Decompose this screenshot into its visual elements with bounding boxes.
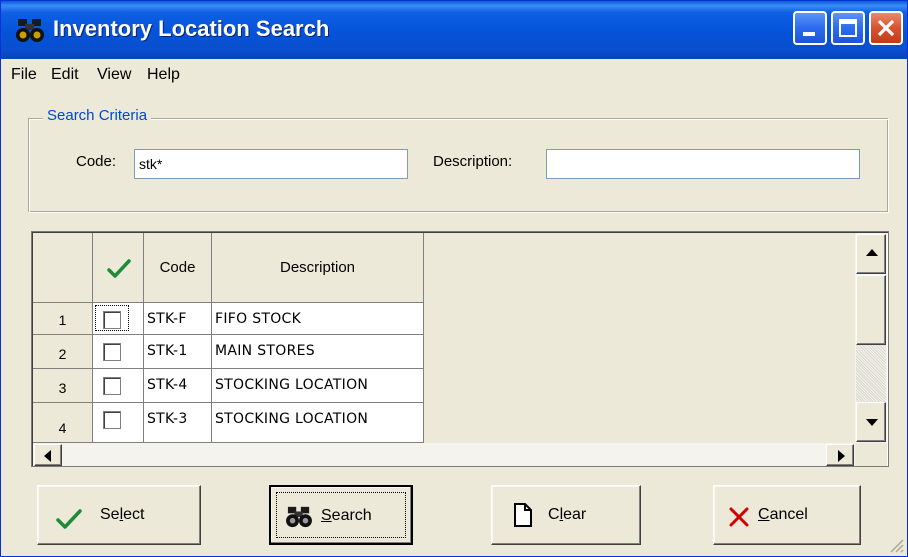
code-column-label: Code bbox=[159, 259, 196, 276]
table-cell-description[interactable]: STOCKING LOCATION bbox=[212, 403, 424, 443]
menu-bar: File Edit View Help bbox=[1, 61, 907, 89]
vertical-scroll-thumb[interactable] bbox=[856, 275, 886, 345]
minimize-button[interactable] bbox=[793, 11, 827, 45]
cell-text: STK-1 bbox=[147, 343, 188, 359]
row-checkbox[interactable] bbox=[103, 311, 121, 329]
inventory-location-search-window: Inventory Location Search File Edit View… bbox=[0, 0, 908, 557]
row-number: 3 bbox=[58, 380, 67, 396]
description-column-label: Description bbox=[279, 259, 356, 276]
maximize-icon bbox=[839, 19, 857, 37]
code-column-header[interactable]: Code bbox=[144, 233, 212, 303]
scroll-down-button[interactable] bbox=[856, 402, 886, 442]
row-checkbox-cell[interactable] bbox=[93, 403, 144, 443]
table-cell-description[interactable]: FIFO STOCK bbox=[212, 303, 424, 335]
description-input[interactable] bbox=[546, 149, 860, 179]
row-number: 4 bbox=[58, 420, 67, 436]
scroll-up-button[interactable] bbox=[856, 234, 886, 274]
table-cell-code[interactable]: STK-3 bbox=[144, 403, 212, 443]
check-column-header[interactable] bbox=[93, 233, 144, 303]
cell-text: STK-4 bbox=[147, 377, 188, 393]
table-cell-code[interactable]: STK-F bbox=[144, 303, 212, 335]
corner-header bbox=[33, 233, 93, 303]
resize-grip-icon[interactable] bbox=[887, 536, 905, 554]
table-cell-description[interactable]: MAIN STORES bbox=[212, 335, 424, 369]
cell-text: STK-3 bbox=[147, 411, 188, 427]
cell-text: STK-F bbox=[147, 311, 187, 327]
vertical-scrollbar[interactable] bbox=[855, 233, 887, 443]
maximize-button[interactable] bbox=[831, 11, 865, 45]
close-icon bbox=[877, 19, 895, 37]
arrow-right-icon bbox=[838, 450, 845, 462]
row-header[interactable]: 1 bbox=[33, 303, 93, 335]
cell-text: STOCKING LOCATION bbox=[215, 411, 369, 427]
menu-file[interactable]: File bbox=[11, 66, 37, 84]
table-cell-code[interactable]: STK-1 bbox=[144, 335, 212, 369]
results-grid[interactable]: Code Description 1 STK-F FIFO STOCK 2 ST… bbox=[31, 231, 889, 467]
arrow-up-icon bbox=[866, 249, 878, 256]
clear-button[interactable]: Clear bbox=[491, 485, 641, 545]
select-button-label: Select bbox=[100, 506, 145, 523]
description-column-header[interactable]: Description bbox=[212, 233, 424, 303]
minimize-icon bbox=[803, 32, 815, 36]
row-header[interactable]: 2 bbox=[33, 335, 93, 369]
cell-text: FIFO STOCK bbox=[215, 311, 302, 327]
arrow-down-icon bbox=[866, 419, 878, 426]
row-header[interactable]: 4 bbox=[33, 403, 93, 443]
title-bar[interactable]: Inventory Location Search bbox=[1, 1, 907, 59]
scroll-right-button[interactable] bbox=[826, 444, 854, 466]
select-button[interactable]: Select bbox=[37, 485, 201, 545]
arrow-left-icon bbox=[44, 450, 51, 462]
search-criteria-legend: Search Criteria bbox=[43, 107, 152, 124]
search-button[interactable]: Search bbox=[269, 485, 413, 545]
cell-text: MAIN STORES bbox=[215, 343, 315, 359]
description-label: Description: bbox=[433, 153, 513, 170]
scroll-track[interactable] bbox=[856, 345, 886, 402]
clear-button-label: Clear bbox=[548, 506, 587, 523]
code-input[interactable] bbox=[134, 149, 408, 179]
horizontal-scrollbar[interactable] bbox=[33, 443, 855, 466]
scrollbar-corner bbox=[855, 443, 887, 466]
cancel-button-label: Cancel bbox=[758, 506, 808, 523]
menu-help[interactable]: Help bbox=[147, 66, 180, 84]
row-checkbox[interactable] bbox=[103, 377, 121, 395]
code-label: Code: bbox=[76, 153, 117, 170]
row-checkbox[interactable] bbox=[103, 343, 121, 361]
row-checkbox-cell[interactable] bbox=[93, 335, 144, 369]
cross-icon bbox=[729, 507, 749, 527]
checkmark-icon bbox=[56, 509, 82, 529]
binoculars-icon bbox=[286, 506, 312, 528]
scroll-left-button[interactable] bbox=[34, 444, 62, 466]
menu-view[interactable]: View bbox=[97, 66, 131, 84]
menu-edit[interactable]: Edit bbox=[51, 66, 79, 84]
row-number: 1 bbox=[58, 312, 67, 328]
row-checkbox-cell[interactable] bbox=[93, 369, 144, 403]
binoculars-icon bbox=[16, 19, 44, 42]
close-button[interactable] bbox=[869, 11, 903, 45]
row-number: 2 bbox=[58, 346, 67, 362]
table-cell-code[interactable]: STK-4 bbox=[144, 369, 212, 403]
checkmark-icon bbox=[107, 259, 131, 278]
window-title: Inventory Location Search bbox=[53, 16, 330, 41]
row-checkbox[interactable] bbox=[103, 411, 121, 429]
row-header[interactable]: 3 bbox=[33, 369, 93, 403]
table-cell-description[interactable]: STOCKING LOCATION bbox=[212, 369, 424, 403]
cell-text: STOCKING LOCATION bbox=[215, 377, 369, 393]
row-checkbox-cell[interactable] bbox=[93, 303, 144, 335]
cancel-button[interactable]: Cancel bbox=[713, 485, 861, 545]
document-icon bbox=[514, 503, 532, 527]
search-button-label: Search bbox=[321, 507, 372, 524]
